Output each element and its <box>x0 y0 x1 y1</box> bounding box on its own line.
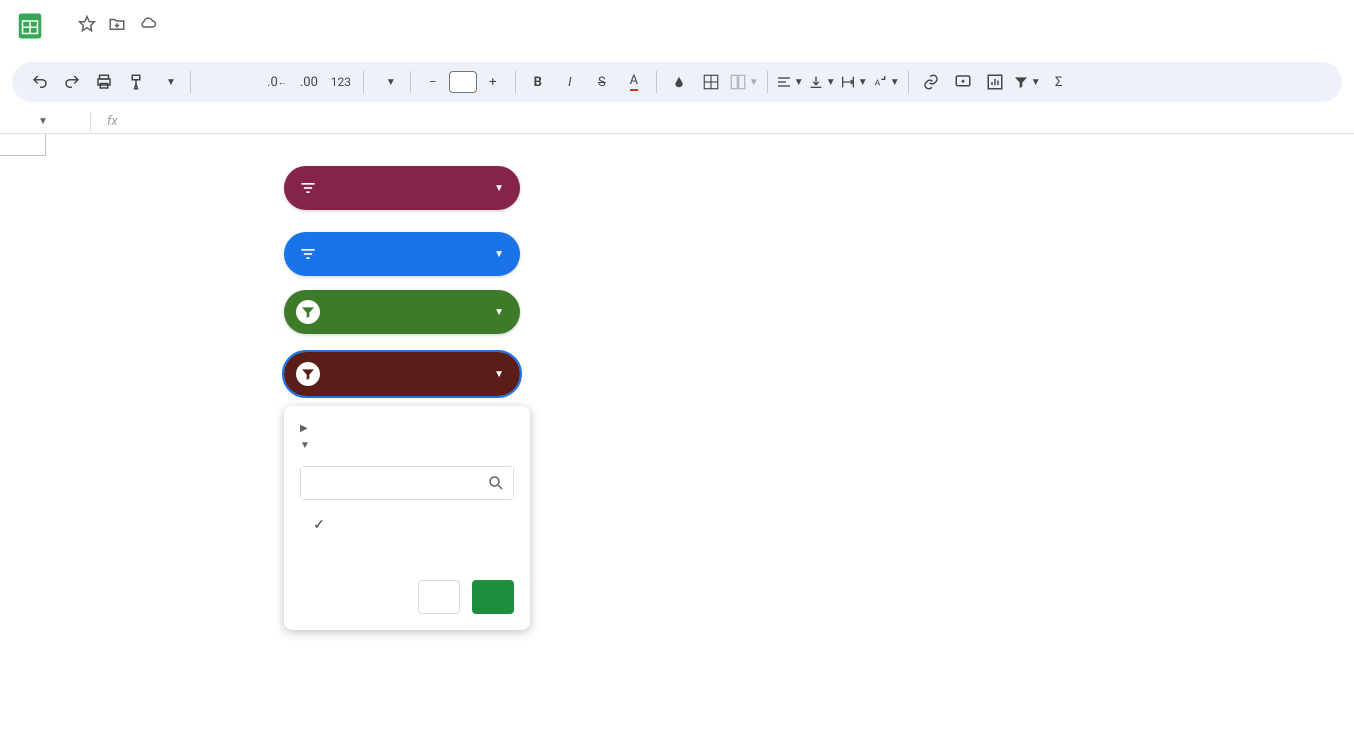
menu-insert[interactable] <box>110 48 126 56</box>
redo-button[interactable] <box>58 68 86 96</box>
select-all-corner[interactable] <box>0 134 46 156</box>
increase-font-button[interactable]: + <box>479 68 507 96</box>
increase-decimal-button[interactable]: .00 <box>295 68 323 96</box>
percent-button[interactable] <box>231 68 259 96</box>
paint-format-button[interactable] <box>122 68 150 96</box>
filter-by-condition[interactable]: ▶ <box>300 420 514 437</box>
toolbar: ▼ .0← .00 123 ▼ − + B I S A ▼ ▼ ▼ ▼ A▼ ▼… <box>12 62 1342 102</box>
link-button[interactable] <box>917 68 945 96</box>
halign-button[interactable]: ▼ <box>776 68 804 96</box>
filter-search[interactable] <box>300 466 514 500</box>
filter-list-icon <box>296 242 320 266</box>
menu-view[interactable] <box>92 48 108 56</box>
funnel-icon <box>296 362 320 386</box>
fill-color-button[interactable] <box>665 68 693 96</box>
bold-button[interactable]: B <box>524 68 552 96</box>
filter-by-values[interactable]: ▼ <box>300 437 514 454</box>
strike-button[interactable]: S <box>588 68 616 96</box>
menu-data[interactable] <box>146 48 162 56</box>
search-icon <box>487 474 505 492</box>
cancel-button[interactable] <box>418 580 460 614</box>
svg-text:A: A <box>874 78 880 88</box>
menubar <box>0 44 1354 62</box>
comment-button[interactable] <box>949 68 977 96</box>
italic-button[interactable]: I <box>556 68 584 96</box>
slicer-age[interactable]: ▼ <box>284 166 520 210</box>
menu-tools[interactable] <box>164 48 180 56</box>
functions-button[interactable]: Σ <box>1045 68 1073 96</box>
filter-search-input[interactable] <box>301 467 513 499</box>
filter-list-icon <box>296 176 320 200</box>
slicer-marriage-status[interactable]: ▼ <box>284 352 520 396</box>
zoom-dropdown[interactable]: ▼ <box>154 77 182 88</box>
text-color-button[interactable]: A <box>620 68 648 96</box>
decrease-font-button[interactable]: − <box>419 68 447 96</box>
fx-icon: fx <box>107 114 118 129</box>
slicer-nationality[interactable]: ▼ <box>284 232 520 276</box>
check-icon: ✓ <box>310 517 328 533</box>
merge-button[interactable]: ▼ <box>729 68 759 96</box>
star-icon[interactable] <box>78 15 96 37</box>
filter-popup: ▶ ▼ ✓ <box>284 406 530 630</box>
font-size-input[interactable] <box>449 71 477 93</box>
menu-help[interactable] <box>200 48 216 56</box>
chart-button[interactable] <box>981 68 1009 96</box>
filter-option-married[interactable] <box>300 540 514 554</box>
font-dropdown[interactable]: ▼ <box>372 77 402 88</box>
currency-button[interactable] <box>199 68 227 96</box>
rotate-button[interactable]: A▼ <box>872 68 900 96</box>
menu-file[interactable] <box>56 48 72 56</box>
name-box[interactable]: ▼ <box>10 116 90 127</box>
funnel-icon <box>296 300 320 324</box>
print-button[interactable] <box>90 68 118 96</box>
doc-title[interactable] <box>58 24 66 28</box>
cloud-icon[interactable] <box>138 15 158 37</box>
menu-extensions[interactable] <box>182 48 198 56</box>
format-123-button[interactable]: 123 <box>327 68 355 96</box>
menu-format[interactable] <box>128 48 144 56</box>
move-icon[interactable] <box>108 15 126 37</box>
borders-button[interactable] <box>697 68 725 96</box>
wrap-button[interactable]: ▼ <box>840 68 868 96</box>
decrease-decimal-button[interactable]: .0← <box>263 68 291 96</box>
undo-button[interactable] <box>26 68 54 96</box>
sheets-logo[interactable] <box>12 8 48 44</box>
slicer-gender[interactable]: ▼ <box>284 290 520 334</box>
filter-button[interactable]: ▼ <box>1013 68 1041 96</box>
ok-button[interactable] <box>472 580 514 614</box>
valign-button[interactable]: ▼ <box>808 68 836 96</box>
menu-edit[interactable] <box>74 48 90 56</box>
filter-option-single[interactable]: ✓ <box>300 510 514 540</box>
